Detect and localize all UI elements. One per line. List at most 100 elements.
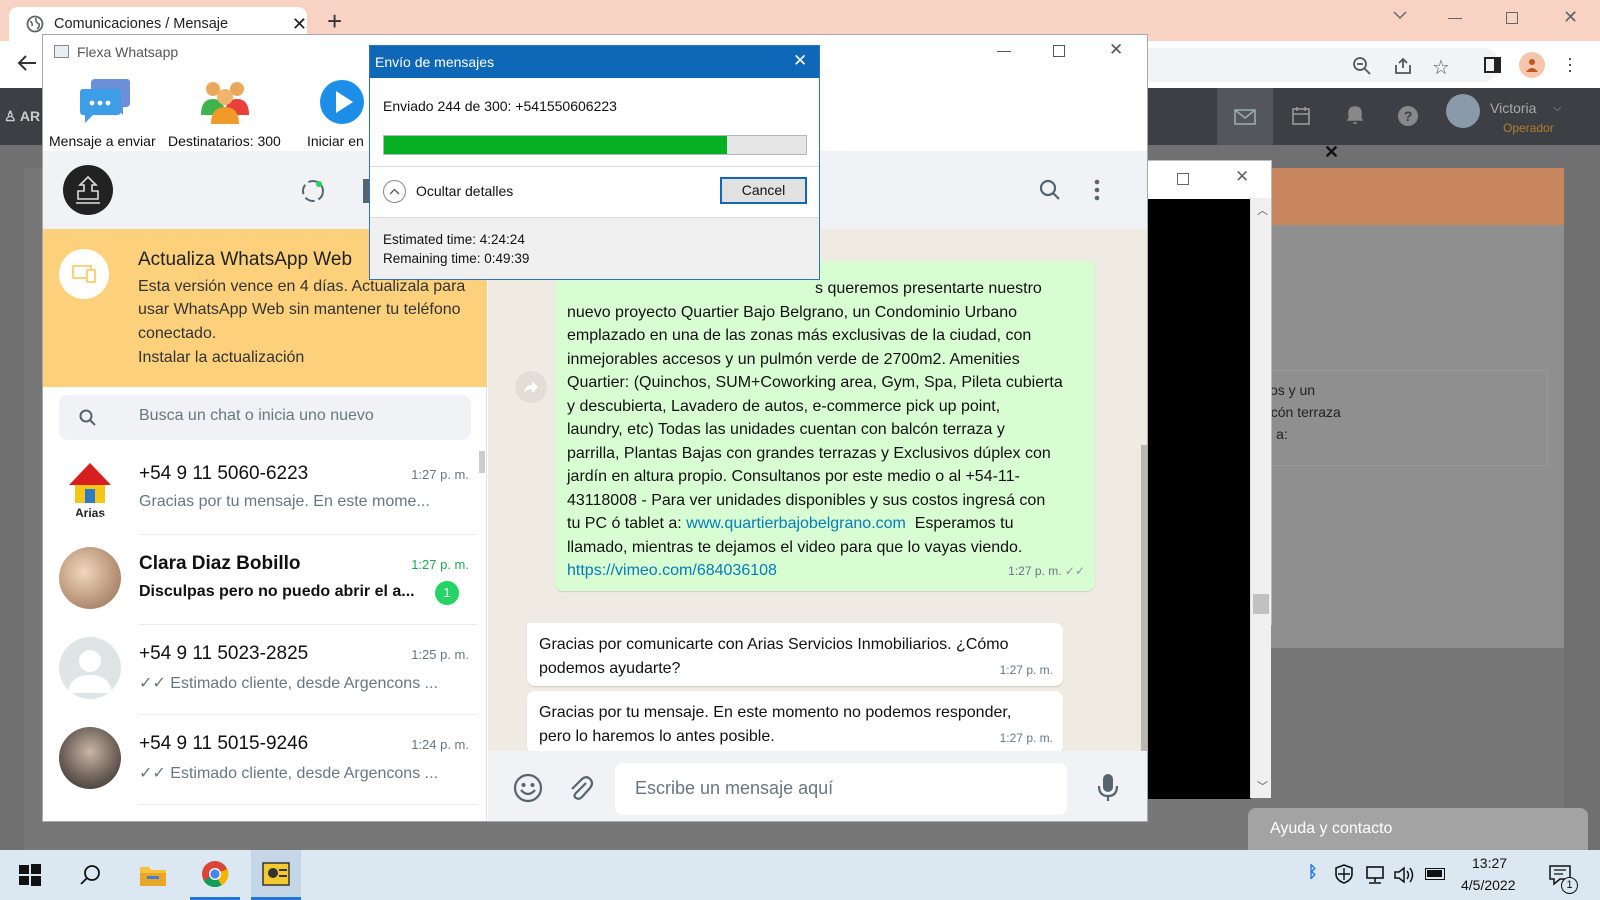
file-explorer-icon[interactable] — [128, 850, 178, 900]
profile-avatar[interactable] — [1519, 52, 1545, 78]
toggle-details-button[interactable]: Ocultar detalles — [383, 180, 633, 204]
flexa-title: Flexa Whatsapp — [77, 44, 179, 60]
attach-icon[interactable] — [566, 773, 594, 803]
clock-date[interactable]: 4/5/2022 — [1461, 877, 1516, 893]
chat-row[interactable]: +54 9 11 5023-2825 1:25 p. m. ✓✓ Estimad… — [43, 625, 487, 715]
incoming-message: Gracias por tu mensaje. En este momento … — [527, 691, 1063, 754]
restore-icon[interactable] — [1506, 12, 1518, 24]
status-icon[interactable] — [301, 179, 325, 203]
message-line: s queremos presentarte nuestro — [815, 280, 1042, 297]
zoom-icon[interactable] — [1352, 56, 1372, 76]
people-group-icon — [199, 77, 251, 125]
time-text: 1:27 p. m. — [1008, 563, 1062, 578]
forward-icon[interactable] — [515, 371, 547, 403]
user-avatar[interactable] — [1446, 94, 1480, 128]
message-line: parrilla, Plantas Bajas con grandes terr… — [567, 444, 1051, 462]
cancel-button[interactable]: Cancel — [720, 177, 807, 204]
chat-name: Clara Diaz Bobillo — [139, 553, 301, 574]
chat-avatar — [59, 547, 121, 609]
toggle-details-label: Ocultar detalles — [416, 183, 514, 199]
chat-preview: ✓✓ Estimado cliente, desde Argencons ... — [139, 763, 449, 783]
chat-search-input[interactable]: Busca un chat o inicia uno nuevo — [59, 395, 471, 440]
modal-close-icon[interactable]: ✕ — [1324, 142, 1339, 163]
secondary-scrollbar[interactable]: ︿ ﹀ — [1250, 198, 1271, 798]
default-avatar-icon — [59, 637, 121, 699]
chrome-menu-icon[interactable]: · · · — [1567, 49, 1573, 79]
start-button[interactable]: Iniciar en — [303, 73, 373, 149]
help-contact-button[interactable]: Ayuda y contacto — [1248, 808, 1588, 850]
tab-title: Comunicaciones / Mensaje — [54, 16, 229, 32]
chat-row[interactable]: +54 9 11 5015-9246 1:24 p. m. ✓✓ Estimad… — [43, 715, 487, 805]
recipients-button[interactable]: Destinatarios: 300 — [167, 73, 287, 149]
bell-nav-icon[interactable] — [1345, 104, 1365, 126]
divider — [139, 804, 477, 805]
volume-icon[interactable] — [1393, 865, 1415, 885]
compose-bar: Escribe un mensaje aquí — [488, 751, 1147, 821]
message-bubbles-icon — [79, 77, 131, 125]
security-shield-icon[interactable] — [1334, 864, 1354, 884]
flexa-minimize-icon[interactable] — [997, 51, 1011, 52]
bluetooth-icon[interactable]: ᛒ — [1308, 864, 1318, 882]
tab-close-icon[interactable]: ✕ — [292, 14, 307, 35]
chat-row[interactable]: Clara Diaz Bobillo 1:27 p. m. Disculpas … — [43, 535, 487, 625]
calendar-nav-icon[interactable] — [1291, 106, 1311, 126]
search-icon[interactable] — [66, 850, 116, 900]
chat-name: +54 9 11 5060-6223 — [139, 463, 309, 484]
flexa-maximize-icon[interactable] — [1053, 45, 1065, 57]
back-arrow-icon[interactable] — [17, 54, 37, 72]
remaining-time: Remaining time: 0:49:39 — [383, 251, 530, 266]
close-window-icon[interactable]: ✕ — [1563, 7, 1578, 28]
app-logo-icon: ♙ AR — [4, 108, 41, 124]
bookmark-star-icon[interactable]: ☆ — [1432, 55, 1450, 80]
dialog-close-icon[interactable]: ✕ — [793, 51, 807, 71]
new-tab-icon[interactable]: + — [327, 6, 342, 37]
windows-start-icon[interactable] — [5, 850, 55, 900]
double-check-icon: ✓✓ — [139, 765, 166, 782]
share-icon[interactable] — [1393, 56, 1413, 76]
progress-fill — [384, 136, 728, 154]
outgoing-message: s queremos presentarte nuestro nuevo pro… — [555, 261, 1095, 591]
progress-bar — [383, 135, 807, 155]
minimize-icon[interactable] — [1448, 18, 1462, 19]
laptop-icon — [59, 249, 109, 299]
tab-search-icon[interactable] — [1393, 10, 1407, 20]
mail-nav-icon[interactable] — [1217, 88, 1273, 145]
flexa-close-icon[interactable]: ✕ — [1109, 40, 1123, 60]
message-line: y descubierta, Lavadero de autos, e-comm… — [567, 397, 1001, 415]
notification-count: 1 — [1561, 877, 1578, 894]
secondary-maximize-icon[interactable] — [1177, 173, 1189, 185]
chat-time: 1:27 p. m. — [411, 557, 469, 572]
microphone-icon[interactable] — [1098, 772, 1118, 802]
search-icon — [79, 409, 97, 427]
install-update-link[interactable]: Instalar la actualización — [138, 349, 304, 367]
flexa-taskbar-icon[interactable] — [251, 850, 301, 900]
incoming-message: Gracias por comunicarte con Arias Servic… — [527, 623, 1063, 686]
my-profile-avatar[interactable] — [63, 165, 113, 215]
message-line: emplazado en una de las zonas más exclus… — [567, 327, 1032, 344]
conversation-scrollbar[interactable] — [1141, 445, 1147, 751]
message-input[interactable]: Escribe un mensaje aquí — [615, 763, 1067, 815]
preview-text: Estimado cliente, desde Argencons ... — [170, 765, 438, 782]
preview-text: Estimado cliente, desde Argencons ... — [170, 675, 438, 692]
svg-text:Arias: Arias — [75, 506, 105, 519]
secondary-close-icon[interactable]: ✕ — [1235, 167, 1249, 187]
emoji-icon[interactable] — [513, 773, 543, 803]
sidepanel-icon[interactable] — [1484, 57, 1501, 73]
help-nav-icon[interactable]: ? — [1398, 106, 1418, 126]
taskbar — [0, 850, 1600, 900]
battery-icon[interactable] — [1425, 868, 1445, 880]
search-icon[interactable] — [1039, 179, 1061, 201]
user-name[interactable]: Victoria — [1490, 100, 1536, 116]
tool-label: Mensaje a enviar — [49, 133, 156, 149]
message-to-send-button[interactable]: Mensaje a enviar — [47, 73, 159, 149]
website-link[interactable]: www.quartierbajobelgrano.com — [686, 515, 906, 532]
chevron-down-icon[interactable]: ⌵ — [1553, 102, 1561, 115]
chat-time: 1:27 p. m. — [411, 467, 469, 482]
chat-row[interactable]: Arias +54 9 11 5060-6223 1:27 p. m. Grac… — [43, 445, 487, 535]
chrome-taskbar-icon[interactable] — [190, 850, 240, 900]
message-line: inmejorables accesos y un pulmón verde d… — [567, 350, 1020, 368]
network-icon[interactable] — [1364, 866, 1386, 884]
chat-name: +54 9 11 5023-2825 — [139, 643, 309, 664]
kebab-menu-icon[interactable] — [1094, 179, 1100, 201]
clock-time[interactable]: 13:27 — [1472, 855, 1507, 871]
